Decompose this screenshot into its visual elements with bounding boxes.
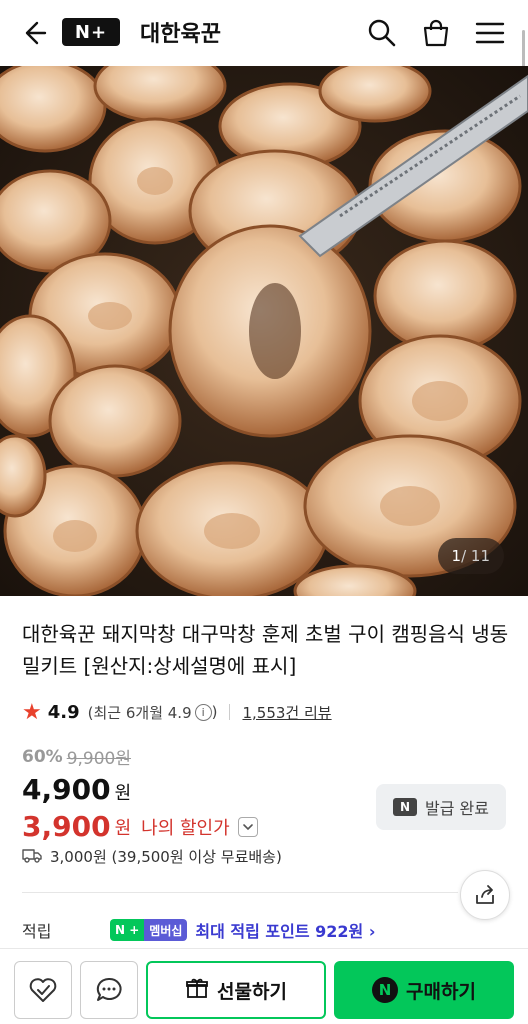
scrollbar[interactable] — [522, 30, 525, 68]
divider — [229, 704, 231, 720]
shopping-bag-icon[interactable] — [420, 17, 452, 49]
product-photo — [0, 66, 528, 596]
naver-plus-badge: N + — [110, 919, 145, 941]
heart-check-icon — [29, 978, 57, 1002]
search-icon[interactable] — [366, 17, 398, 49]
sale-price-unit: 원 — [114, 783, 132, 804]
back-arrow-icon[interactable] — [18, 18, 48, 48]
naver-pay-badge: N — [372, 977, 399, 1003]
top-header: N+ 대한육꾼 — [0, 0, 528, 68]
talk-button[interactable] — [80, 961, 138, 1019]
membership-label: 멤버십 — [144, 919, 188, 941]
naver-plus-logo[interactable]: N+ — [62, 18, 120, 46]
coupon-badge: N — [393, 798, 418, 816]
store-name[interactable]: 대한육꾼 — [140, 16, 221, 48]
product-title: 대한육꾼 돼지막창 대구막창 훈제 초벌 구이 캠핑음식 냉동 밀키트 [원산지… — [22, 622, 509, 678]
rating-value: 4.9 — [47, 701, 80, 723]
my-discount-unit: 원 — [114, 817, 132, 839]
truck-icon — [22, 847, 42, 867]
menu-icon[interactable] — [474, 17, 506, 49]
share-button[interactable] — [460, 870, 510, 920]
rating-detail: (최근 6개월 4.9 — [87, 703, 192, 722]
gift-label: 선물하기 — [217, 980, 287, 1003]
section-divider — [22, 892, 458, 893]
chat-bubble-icon — [96, 977, 122, 1001]
max-points-link[interactable]: 최대 적립 포인트 922원 › — [195, 918, 375, 942]
rating-detail-close: ) — [211, 703, 218, 721]
points-label: 적립 — [22, 922, 52, 941]
original-price: 9,900원 — [66, 749, 132, 769]
chevron-down-icon[interactable] — [237, 816, 258, 837]
my-discount-row[interactable]: 3,900 원 나의 할인가 — [22, 810, 258, 843]
my-discount-price: 3,900 — [22, 810, 111, 843]
bottom-action-bar: 선물하기 N 구매하기 — [0, 948, 528, 1024]
sale-price: 4,900 — [22, 773, 111, 806]
buy-button[interactable]: N 구매하기 — [334, 961, 514, 1019]
review-count-link[interactable]: 1,553건 리뷰 — [242, 702, 331, 723]
star-icon: ★ — [22, 699, 42, 725]
coupon-issued-button[interactable]: N 발급 완료 — [376, 784, 506, 830]
image-index: 1 — [451, 547, 462, 565]
coupon-label: 발급 완료 — [425, 799, 489, 818]
product-image-carousel[interactable]: 1 / 11 — [0, 66, 528, 596]
discount-row: 60% 9,900원 — [22, 744, 258, 770]
price-block: 60% 9,900원 4,900 원 3,900 원 나의 할인가 — [22, 744, 258, 843]
sale-price-row: 4,900 원 — [22, 773, 258, 806]
buy-label: 구매하기 — [406, 980, 476, 1003]
my-discount-label: 나의 할인가 — [141, 817, 230, 839]
gift-button[interactable]: 선물하기 — [146, 961, 326, 1019]
wishlist-button[interactable] — [14, 961, 72, 1019]
shipping-row: 3,000원 (39,500원 이상 무료배송) — [22, 846, 282, 867]
discount-rate: 60% — [22, 746, 63, 767]
image-page-counter: 1 / 11 — [437, 538, 504, 574]
info-icon[interactable]: i — [194, 703, 212, 721]
shipping-text: 3,000원 (39,500원 이상 무료배송) — [50, 848, 282, 866]
rating-row: ★ 4.9 (최근 6개월 4.9 i ) 1,553건 리뷰 — [22, 699, 332, 725]
image-total: / 11 — [461, 547, 490, 565]
share-icon — [476, 885, 494, 904]
membership-badge: N + 멤버십 — [110, 919, 188, 941]
points-row[interactable]: 적립 N + 멤버십 최대 적립 포인트 922원 › — [22, 918, 375, 942]
gift-icon — [185, 976, 209, 1005]
